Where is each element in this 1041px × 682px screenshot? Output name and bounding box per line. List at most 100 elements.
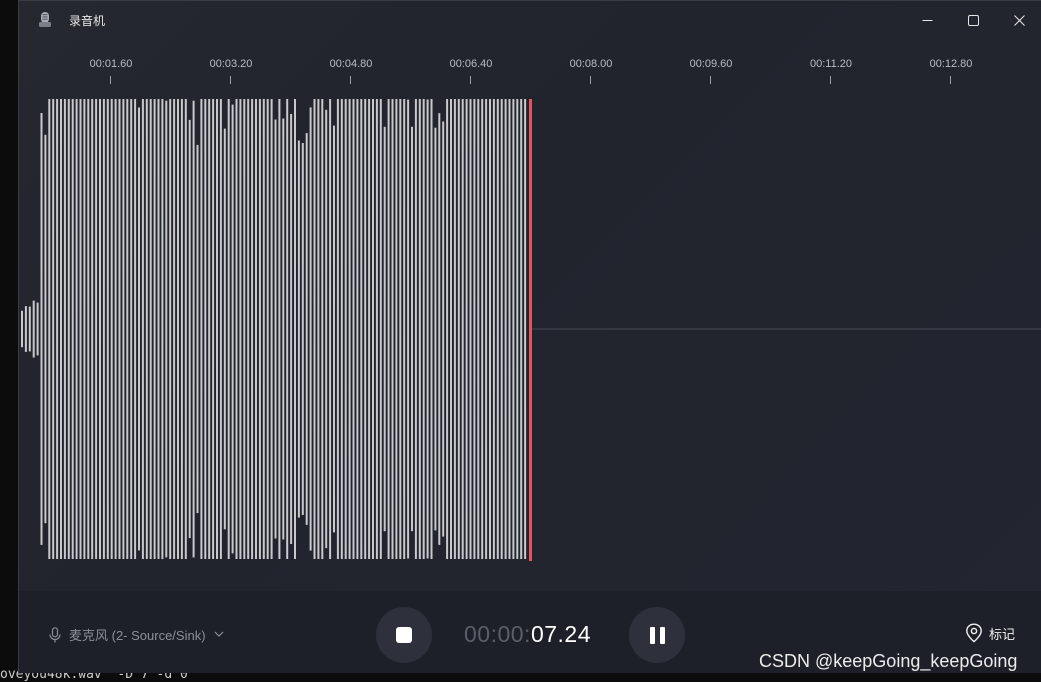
waveform-bar	[492, 99, 495, 559]
waveform-bar	[446, 99, 449, 559]
input-device-selector[interactable]: 麦克风 (2- Source/Sink)	[49, 625, 224, 644]
recorder-window: 录音机 00:01.60 00:03.20 00:04.80 00:06.40 …	[18, 0, 1041, 673]
waveform-bar	[24, 306, 27, 352]
waveform-bar	[251, 99, 254, 559]
waveform-bar	[184, 99, 187, 559]
elapsed-time-prefix: 00:00:	[464, 621, 531, 647]
timeline-tick	[470, 76, 471, 84]
waveform-bar	[360, 99, 363, 559]
waveform-bar	[32, 300, 35, 358]
waveform-bar	[87, 99, 90, 559]
waveform-bar	[110, 99, 113, 559]
elapsed-time-value: 07.24	[530, 621, 592, 647]
waveform-bar	[379, 99, 382, 559]
waveform-bar	[305, 133, 308, 525]
waveform-bar	[102, 99, 105, 559]
waveform-bar	[48, 99, 51, 559]
timeline-tick	[710, 76, 711, 84]
waveform-bar	[153, 99, 156, 559]
timeline-tick	[230, 76, 231, 84]
waveform-bar	[336, 99, 339, 559]
waveform-bar	[469, 99, 472, 559]
waveform-bar	[208, 99, 211, 559]
waveform-bar	[56, 99, 59, 559]
maximize-icon	[967, 14, 979, 26]
waveform-bar	[83, 99, 86, 559]
waveform-bar	[356, 99, 359, 559]
waveform-bar	[321, 99, 324, 559]
waveform-bar	[28, 306, 31, 352]
add-marker-button[interactable]: 标记	[965, 623, 1015, 643]
waveform-bar	[247, 99, 250, 559]
stop-button[interactable]	[376, 607, 432, 663]
minimize-button[interactable]	[904, 1, 950, 39]
waveform-bar	[282, 118, 285, 540]
waveform-bar	[387, 99, 390, 559]
waveform-bar	[477, 99, 480, 559]
chevron-down-icon	[214, 631, 223, 637]
waveform-bar	[520, 99, 523, 559]
timeline-label: 00:03.20	[209, 58, 253, 70]
playhead[interactable]	[529, 99, 532, 561]
timeline-tick	[950, 76, 951, 84]
waveform-bar	[457, 99, 460, 559]
waveform-bar	[352, 99, 355, 559]
waveform-bar	[418, 99, 421, 559]
waveform-bar	[453, 99, 456, 559]
waveform-bar	[188, 119, 191, 539]
timeline-label: 00:12.80	[929, 58, 973, 70]
pause-icon	[649, 626, 665, 644]
waveform-bar	[231, 104, 234, 554]
waveform-bar	[239, 99, 242, 559]
waveform-bar	[270, 99, 273, 559]
waveform-bar	[75, 99, 78, 559]
add-marker-label: 标记	[989, 626, 1016, 642]
waveform-bar	[106, 99, 109, 559]
waveform-bar	[52, 99, 55, 559]
waveform-bar	[67, 99, 70, 559]
waveform-bar	[286, 99, 289, 559]
waveform-bar	[344, 99, 347, 559]
timeline-tick	[350, 76, 351, 84]
waveform-bar	[165, 100, 168, 558]
waveform-bar	[512, 99, 515, 559]
title-bar[interactable]: 录音机	[19, 1, 1041, 39]
waveform-bar	[290, 114, 293, 544]
waveform-bar	[266, 99, 269, 559]
pause-button[interactable]	[629, 607, 685, 663]
waveform-bar	[126, 99, 129, 559]
waveform-bar	[91, 99, 94, 559]
waveform-bar	[372, 99, 374, 559]
waveform-bar	[223, 128, 226, 530]
waveform-bar	[422, 99, 425, 559]
maximize-button[interactable]	[950, 1, 996, 39]
timeline-label: 00:11.20	[809, 58, 853, 70]
timeline-tick	[590, 76, 591, 84]
waveform-bar	[200, 99, 203, 559]
waveform-bar	[21, 310, 23, 348]
location-pin-icon	[966, 623, 982, 643]
timeline-label: 00:01.60	[89, 58, 133, 70]
timeline-tick	[110, 76, 111, 84]
waveform-bar	[122, 99, 125, 559]
waveform-bar	[414, 99, 417, 559]
waveform-bar	[138, 107, 140, 551]
window-title: 录音机	[69, 14, 106, 28]
waveform	[21, 99, 1041, 561]
close-icon	[1013, 14, 1025, 26]
close-button[interactable]	[996, 1, 1041, 39]
waveform-bar	[364, 99, 367, 559]
waveform-bar	[301, 143, 304, 515]
control-bar: 麦克风 (2- Source/Sink) 00:00:07.24 标记 CSDN…	[19, 591, 1041, 673]
waveform-bar	[313, 99, 316, 559]
waveform-bar	[391, 99, 394, 559]
timeline-label: 00:06.40	[449, 58, 493, 70]
waveform-bar	[395, 99, 398, 559]
waveform-bar	[442, 121, 445, 537]
waveform-bar	[258, 99, 261, 559]
waveform-bar	[340, 99, 343, 559]
timeline-label: 00:09.60	[689, 58, 733, 70]
waveform-bar	[473, 99, 476, 559]
waveform-bar	[411, 126, 413, 532]
waveform-bar	[368, 99, 371, 559]
